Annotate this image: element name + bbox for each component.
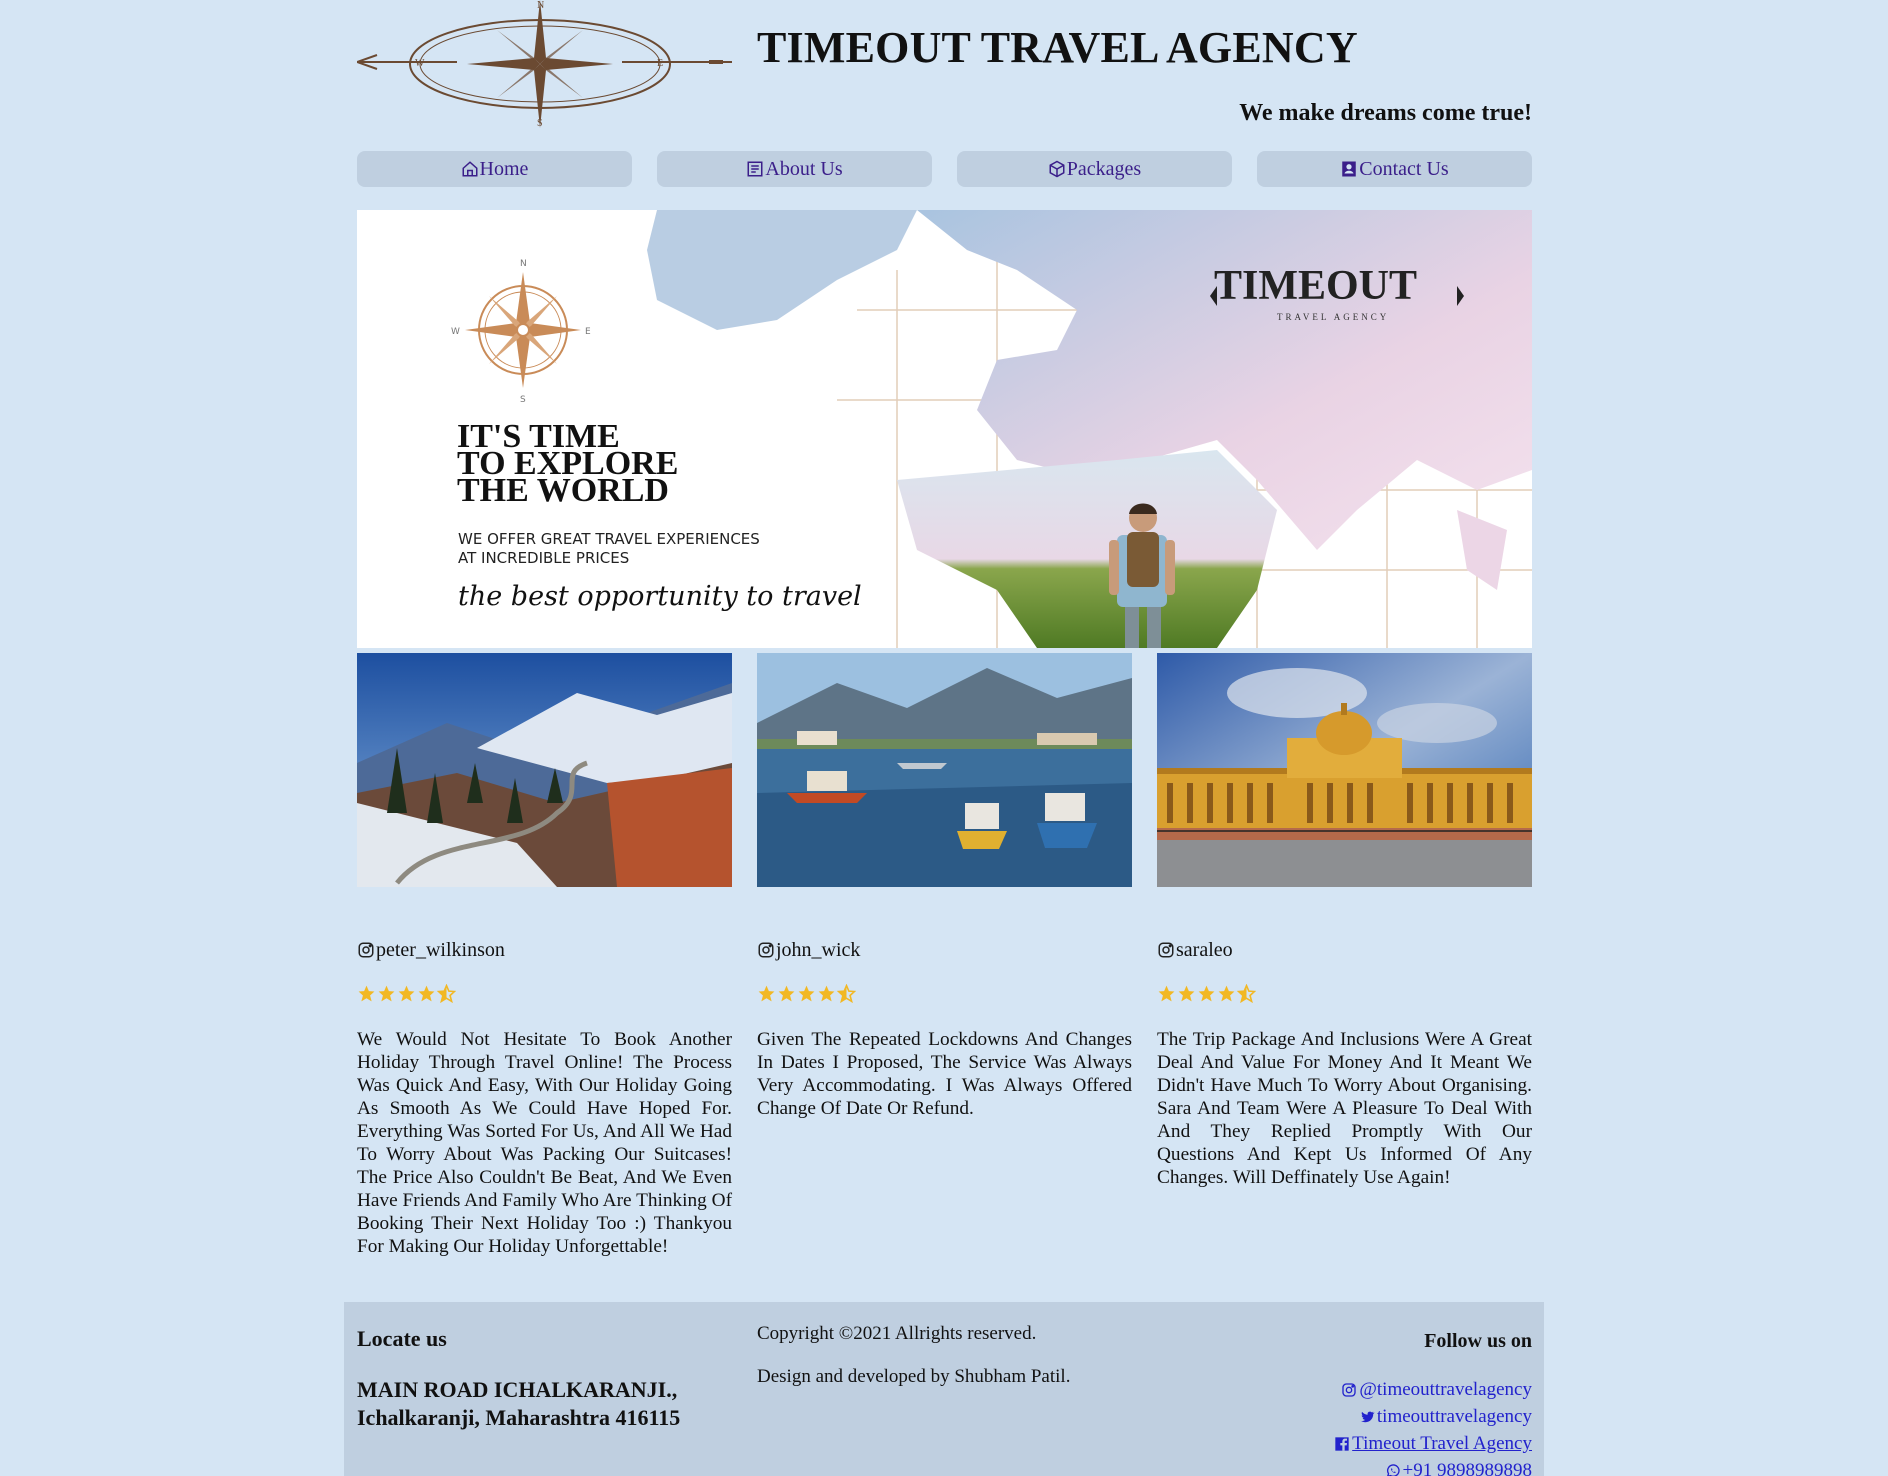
hero-subline-1: WE OFFER GREAT TRAVEL EXPERIENCES [458, 530, 760, 548]
site-tagline: We make dreams come true! [1239, 100, 1532, 126]
review-user: peter_wilkinson [357, 938, 732, 962]
star-icon [1158, 985, 1175, 1002]
package-icon [1049, 160, 1065, 178]
nav-packages-button[interactable]: Packages [957, 151, 1232, 187]
whatsapp-icon [1386, 1464, 1400, 1476]
site-title: TIMEOUT TRAVEL AGENCY [757, 23, 1358, 72]
star-half-icon [1237, 984, 1256, 1003]
instagram-icon [358, 942, 374, 958]
whatsapp-link[interactable]: +91 9898989898 [1385, 1459, 1532, 1476]
locate-title: Locate us [357, 1326, 447, 1351]
star-icon [798, 985, 815, 1002]
nav-about-button[interactable]: About Us [657, 151, 932, 187]
svg-text:S: S [520, 395, 526, 405]
star-half-icon [837, 984, 856, 1003]
nav-contact-button[interactable]: Contact Us [1257, 151, 1532, 187]
instagram-icon [1158, 942, 1174, 958]
review-user: john_wick [757, 938, 1132, 962]
facebook-page: Timeout Travel Agency [1352, 1433, 1532, 1454]
svg-text:N: N [537, 0, 544, 11]
address: MAIN ROAD ICHALKARANJI., Ichalkaranji, M… [357, 1376, 680, 1432]
hero-subline-2: AT INCREDIBLE PRICES [458, 549, 629, 567]
site-header: N S E W TIMEOUT TRAVEL AGENCY We make dr… [357, 0, 1532, 140]
star-icon [1198, 985, 1215, 1002]
instagram-handle: @timeouttravelagency [1359, 1379, 1532, 1400]
hero-brand: TIMEOUT [1214, 263, 1417, 309]
contact-card-icon [1342, 161, 1357, 177]
star-icon [1178, 985, 1195, 1002]
gallery-image-mountains [357, 653, 732, 887]
hero-brand-sub: TRAVEL AGENCY [1277, 312, 1389, 322]
star-icon [758, 985, 775, 1002]
main-nav: Home About Us Packages Contact Us [357, 151, 1532, 187]
document-icon [747, 161, 763, 177]
gallery-image-lake [757, 653, 1132, 887]
svg-text:E: E [585, 327, 591, 337]
twitter-handle: timeouttravelagency [1376, 1406, 1532, 1427]
review-username: peter_wilkinson [376, 938, 505, 961]
star-half-icon [437, 984, 456, 1003]
twitter-link[interactable]: timeouttravelagency [1359, 1405, 1532, 1429]
gallery-image-palace [1157, 653, 1532, 887]
credit-text: Design and developed by Shubham Patil. [757, 1366, 1071, 1387]
star-icon [1218, 985, 1235, 1002]
address-line-2: Ichalkaranji, Maharashtra 416115 [357, 1405, 681, 1430]
nav-contact-label: Contact Us [1359, 157, 1449, 180]
review-rating [757, 984, 1132, 1008]
facebook-icon [1335, 1437, 1349, 1451]
svg-text:E: E [657, 58, 663, 69]
nav-home-label: Home [479, 157, 529, 180]
svg-text:W: W [415, 58, 425, 69]
svg-text:W: W [451, 327, 460, 337]
review-text: We Would Not Hesitate To Book Another Ho… [357, 1029, 732, 1257]
hero-script-text: the best opportunity to travel [458, 581, 862, 612]
nav-packages-label: Packages [1066, 157, 1142, 180]
instagram-icon [1342, 1383, 1357, 1397]
star-icon [358, 985, 375, 1002]
svg-text:N: N [520, 259, 527, 269]
star-icon [778, 985, 795, 1002]
svg-text:S: S [537, 118, 543, 128]
review-text: Given The Repeated Lockdowns And Changes… [757, 1029, 1132, 1119]
nav-home-button[interactable]: Home [357, 151, 632, 187]
review-text: The Trip Package And Inclusions Were A G… [1157, 1029, 1532, 1188]
review-user: saraleo [1157, 938, 1532, 962]
review-username: saraleo [1176, 938, 1233, 961]
whatsapp-number: +91 9898989898 [1402, 1460, 1532, 1476]
review-card: john_wick Given The Repeated Lockdowns A… [757, 938, 1132, 1120]
home-icon [462, 161, 478, 177]
copyright-text: Copyright ©2021 Allrights reserved. [757, 1323, 1037, 1344]
review-card: saraleo The Trip Package And Inclusions … [1157, 938, 1532, 1189]
star-icon [398, 985, 415, 1002]
address-line-1: MAIN ROAD ICHALKARANJI., [357, 1377, 678, 1402]
hero-banner: N S E W IT'S TIME TO EXPLORE THE WORLD W… [357, 210, 1532, 648]
social-links: @timeouttravelagency timeouttravelagency… [1334, 1378, 1532, 1476]
follow-title: Follow us on [1424, 1330, 1532, 1352]
hero-banner-image: N S E W IT'S TIME TO EXPLORE THE WORLD W… [357, 210, 1532, 648]
instagram-icon [758, 942, 774, 958]
page-container: N S E W TIMEOUT TRAVEL AGENCY We make dr… [357, 0, 1532, 1257]
star-icon [378, 985, 395, 1002]
star-icon [818, 985, 835, 1002]
nav-about-label: About Us [765, 157, 843, 180]
facebook-link[interactable]: Timeout Travel Agency [1334, 1432, 1532, 1456]
review-card: peter_wilkinson We Would Not Hesitate To… [357, 938, 732, 1258]
star-icon [418, 985, 435, 1002]
review-rating [1157, 984, 1532, 1008]
review-rating [357, 984, 732, 1008]
hero-headline-3: THE WORLD [457, 472, 669, 509]
site-footer: Locate us MAIN ROAD ICHALKARANJI., Ichal… [344, 1302, 1544, 1476]
review-username: john_wick [776, 938, 861, 961]
instagram-link[interactable]: @timeouttravelagency [1341, 1378, 1532, 1402]
twitter-icon [1361, 1411, 1375, 1423]
compass-logo-icon: N S E W [357, 0, 732, 128]
